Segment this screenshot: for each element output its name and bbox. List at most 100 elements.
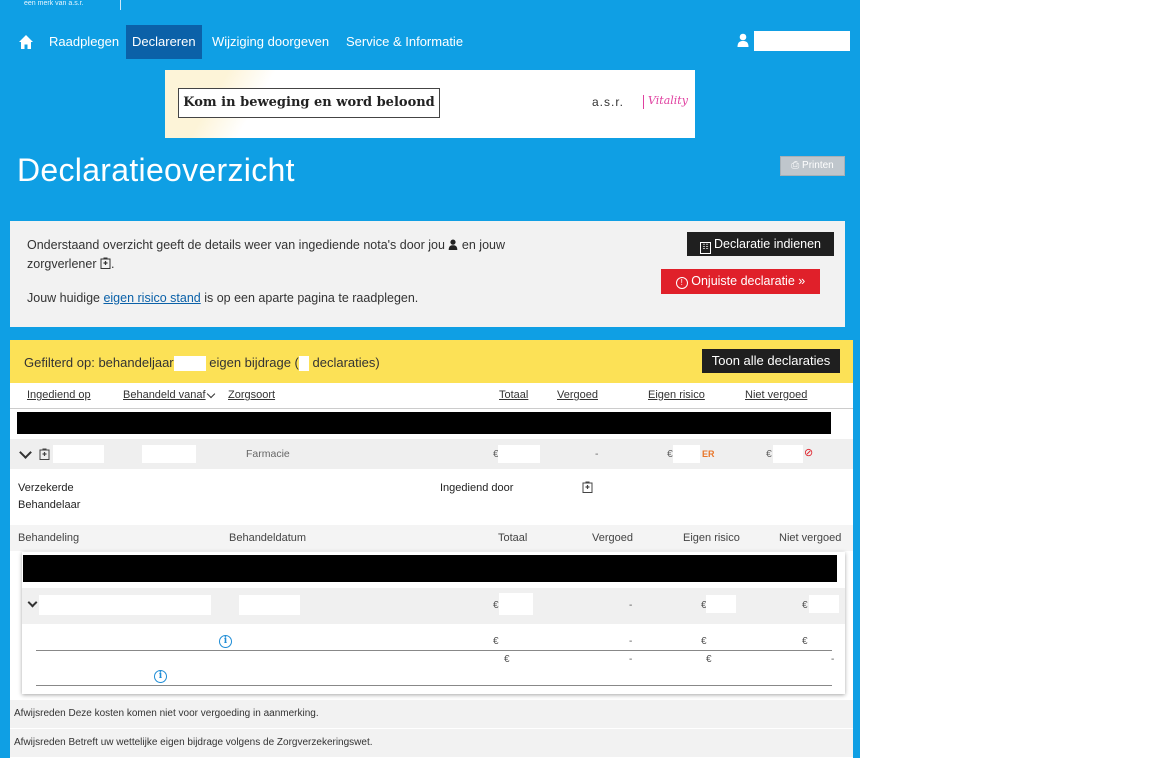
info-icon[interactable]: i <box>154 670 167 683</box>
filter-count-value <box>298 356 309 372</box>
redacted-treatment-row <box>23 555 837 582</box>
line1-er-currency: € <box>701 636 707 647</box>
info-line3-end: is op een aparte pagina te raadplegen. <box>204 291 419 305</box>
line1-total-currency: € <box>493 636 499 647</box>
sub-col-behandeldatum: Behandeldatum <box>229 532 307 544</box>
banner-vitality-logo: Vitality <box>648 94 688 107</box>
claim-vergoed: - <box>595 448 599 460</box>
sub-col-vergoed: Vergoed <box>592 532 633 544</box>
line1-vergoed: - <box>629 636 633 647</box>
info-line1-end: en jouw <box>461 238 506 252</box>
treatment-total-redacted <box>499 593 533 615</box>
filter-type-label: eigen bijdrage ( <box>209 355 299 370</box>
alert-icon: ! <box>675 277 688 289</box>
print-label: Printen <box>802 160 834 171</box>
info-line1-start: Onderstaand overzicht geeft de details w… <box>27 238 445 252</box>
insured-label: Verzekerde <box>18 482 74 494</box>
info-risk-line: Jouw huidige eigen risico stand is op ee… <box>27 291 418 305</box>
home-icon[interactable] <box>18 34 34 50</box>
banner-text: Kom in beweging en word beloond <box>178 88 440 118</box>
sub-col-eigen-risico: Eigen risico <box>683 532 740 544</box>
nav-raadplegen[interactable]: Raadplegen <box>49 25 119 59</box>
info-description: Onderstaand overzicht geeft de details w… <box>27 236 587 274</box>
info-line2: zorgverlener <box>27 257 97 271</box>
claim-date-redacted <box>53 445 104 463</box>
tagline-divider <box>120 0 121 10</box>
nav-declareren[interactable]: Declareren <box>126 25 202 59</box>
claim-zorgsoort: Farmacie <box>246 448 290 460</box>
user-icon <box>449 239 458 250</box>
promo-banner[interactable]: Kom in beweging en word beloond a.s.r. V… <box>165 70 695 138</box>
incorrect-claim-label: Onjuiste declaratie <box>691 274 795 288</box>
treatment-row[interactable]: € - € € <box>22 588 845 624</box>
filter-count-label: declaraties) <box>312 355 380 370</box>
line2-er-currency: € <box>706 654 712 665</box>
col-eigen-risico[interactable]: Eigen risico <box>648 389 705 401</box>
banner-brand-logo: a.s.r. <box>592 95 625 109</box>
hospital-icon <box>39 448 50 460</box>
filter-year-value <box>173 356 206 372</box>
info-line2-dot: . <box>110 257 115 271</box>
filter-bar: Gefilterd op: behandeljaar eigen bijdrag… <box>10 340 853 383</box>
treatment-nv-currency: € <box>802 600 808 611</box>
provider-label: Behandelaar <box>18 499 81 511</box>
app-window: een merk van a.s.r. Raadplegen Declarere… <box>0 0 860 758</box>
treatment-total-currency: € <box>493 600 499 611</box>
info-icon[interactable]: i <box>219 635 232 648</box>
show-all-claims-button[interactable]: Toon alle declaraties <box>702 349 840 373</box>
claim-row[interactable]: Farmacie € - € ER € ⊘ <box>10 439 853 469</box>
chevron-down-icon[interactable] <box>19 446 32 459</box>
line1-nv-currency: € <box>802 636 808 647</box>
user-icon[interactable] <box>737 33 749 47</box>
incorrect-claim-button[interactable]: ! Onjuiste declaratie » <box>661 269 820 294</box>
claims-panel: Gefilterd op: behandeljaar eigen bijdrag… <box>10 340 853 758</box>
row-divider <box>36 685 832 686</box>
line2-nv: - <box>831 654 835 665</box>
brand-tagline: een merk van a.s.r. <box>24 0 84 7</box>
printer-icon: ⎙ <box>791 160 800 171</box>
document-icon: ☷ <box>699 242 711 254</box>
claim-nv-currency: € <box>766 448 772 460</box>
treatment-card: € - € € i € - € € € - € - i <box>22 552 845 694</box>
eigen-risico-link[interactable]: eigen risico stand <box>103 291 200 305</box>
col-totaal[interactable]: Totaal <box>499 389 528 401</box>
treatment-name-redacted <box>39 595 211 615</box>
nav-wijziging-doorgeven[interactable]: Wijziging doorgeven <box>212 25 329 59</box>
claim-er-redacted <box>673 445 700 463</box>
sub-col-niet-vergoed: Niet vergoed <box>779 532 842 544</box>
submit-claim-button[interactable]: ☷ Declaratie indienen <box>687 232 834 256</box>
double-chevron-right-icon: » <box>798 274 806 288</box>
header-divider <box>10 408 853 409</box>
info-line3-start: Jouw huidige <box>27 291 100 305</box>
col-zorgsoort[interactable]: Zorgsoort <box>228 389 275 401</box>
line2-vergoed: - <box>629 654 633 665</box>
nav-service-informatie[interactable]: Service & Informatie <box>346 25 463 59</box>
rejection-reason-1: Afwijsreden Deze kosten komen niet voor … <box>10 700 853 728</box>
eigen-risico-badge: ER <box>702 449 715 459</box>
filter-year-label: behandeljaar <box>98 355 174 370</box>
col-niet-vergoed[interactable]: Niet vergoed <box>745 389 807 401</box>
rejection-reason-2: Afwijsreden Betreft uw wettelijke eigen … <box>10 729 853 757</box>
page-title: Declaratieoverzicht <box>17 152 295 188</box>
filter-prefix: Gefilterd op: <box>24 355 95 370</box>
info-panel: Onderstaand overzicht geeft de details w… <box>10 221 845 327</box>
col-behandeld-vanaf[interactable]: Behandeld vanaf <box>123 389 206 401</box>
treatment-vergoed: - <box>629 600 633 611</box>
col-vergoed[interactable]: Vergoed <box>557 389 598 401</box>
sort-chevron-icon[interactable] <box>206 389 216 399</box>
rejection-reason-text: Afwijsreden Deze kosten komen niet voor … <box>14 708 319 719</box>
hospital-icon <box>100 257 111 269</box>
filter-description: Gefilterd op: behandeljaar eigen bijdrag… <box>24 355 380 372</box>
print-button[interactable]: ⎙ Printen <box>780 156 845 176</box>
treatment-nv-redacted <box>809 595 839 613</box>
banner-divider <box>643 95 644 109</box>
table-header: Ingediend op Behandeld vanaf Zorgsoort T… <box>10 383 853 408</box>
col-ingediend-op[interactable]: Ingediend op <box>27 389 91 401</box>
chevron-down-icon[interactable] <box>27 597 38 608</box>
treatment-er-redacted <box>706 595 736 613</box>
user-name-field[interactable] <box>754 31 850 51</box>
hospital-icon <box>582 481 593 493</box>
submitted-by-label: Ingediend door <box>440 482 514 494</box>
rejected-icon: ⊘ <box>804 447 814 459</box>
claim-er-currency: € <box>667 448 673 460</box>
